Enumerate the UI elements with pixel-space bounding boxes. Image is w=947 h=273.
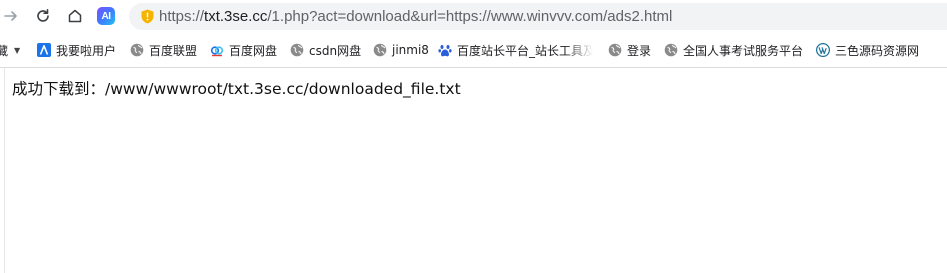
url-path: /1.php?act=download&url=https://www.winv… (267, 8, 673, 25)
bookmark-overflow-label: 藏 (0, 43, 9, 58)
bookmark-label: 登录 (627, 43, 652, 58)
arrow-right-icon (3, 8, 19, 24)
bookmark-label: 三色源码资源网 (835, 43, 920, 58)
ai-assistant-button[interactable]: AI (97, 7, 115, 25)
browser-toolbar: AI https://txt.3se.cc/1.php?act=download… (0, 0, 947, 33)
blue-a-icon (37, 43, 51, 57)
bookmark-item-baidu-union[interactable]: 百度联盟 (130, 35, 197, 65)
globe-icon (130, 43, 144, 57)
toolbar-divider (0, 67, 947, 68)
globe-icon (664, 43, 678, 57)
bookmark-label: jinmi8 (392, 43, 429, 57)
bookmark-item-login[interactable]: 登录 (608, 35, 651, 65)
baidu-paw-icon (438, 43, 452, 57)
ai-badge-label: AI (101, 10, 112, 22)
bookmark-item-cpta[interactable]: 全国人事考试服务平台 (664, 35, 803, 65)
baidu-netdisk-icon (210, 43, 224, 57)
home-icon (67, 8, 83, 24)
bookmark-item-woyaola[interactable]: 我要啦用户 (37, 35, 116, 65)
url-text[interactable]: https://txt.3se.cc/1.php?act=download&ur… (159, 8, 672, 25)
bookmark-label: 百度站长平台_站长工具及 (457, 43, 593, 58)
download-result-message: 成功下载到：/www/wwwroot/txt.3se.cc/downloaded… (12, 80, 461, 98)
bookmark-item-baidu-netdisk[interactable]: 百度网盘 (210, 35, 277, 65)
bookmark-label: csdn网盘 (309, 43, 362, 58)
url-scheme: https:// (159, 8, 205, 25)
reload-button[interactable] (30, 4, 56, 28)
page-edge (4, 68, 5, 273)
globe-icon (373, 43, 387, 57)
bookmarks-bar: 藏 ▼ 我要啦用户 百度联盟 百度网盘 csdn网盘 jinmi8 百度站长平台… (0, 35, 947, 65)
bookmark-label: 我要啦用户 (56, 43, 117, 58)
bookmark-item-csdn[interactable]: csdn网盘 (290, 35, 361, 65)
bookmark-label: 全国人事考试服务平台 (683, 43, 804, 58)
bookmarks-overflow[interactable]: 藏 ▼ (0, 35, 20, 65)
globe-icon (290, 43, 304, 57)
globe-icon (608, 43, 622, 57)
shield-warning-icon[interactable] (141, 9, 154, 24)
bookmark-item-baidu-webmaster[interactable]: 百度站长平台_站长工具及 (438, 35, 593, 65)
bookmark-label: 百度联盟 (149, 43, 198, 58)
chevron-down-icon: ▼ (14, 45, 21, 55)
reload-icon (35, 8, 51, 24)
bookmark-label: 百度网盘 (229, 43, 278, 58)
bookmark-item-sanse[interactable]: 三色源码资源网 (816, 35, 919, 65)
wordpress-icon (816, 43, 830, 57)
bookmark-item-jinmi8[interactable]: jinmi8 (373, 35, 429, 65)
url-host: txt.3se.cc (204, 8, 268, 25)
home-button[interactable] (62, 4, 88, 28)
forward-button[interactable] (0, 4, 24, 28)
address-bar[interactable]: https://txt.3se.cc/1.php?act=download&ur… (129, 3, 947, 30)
